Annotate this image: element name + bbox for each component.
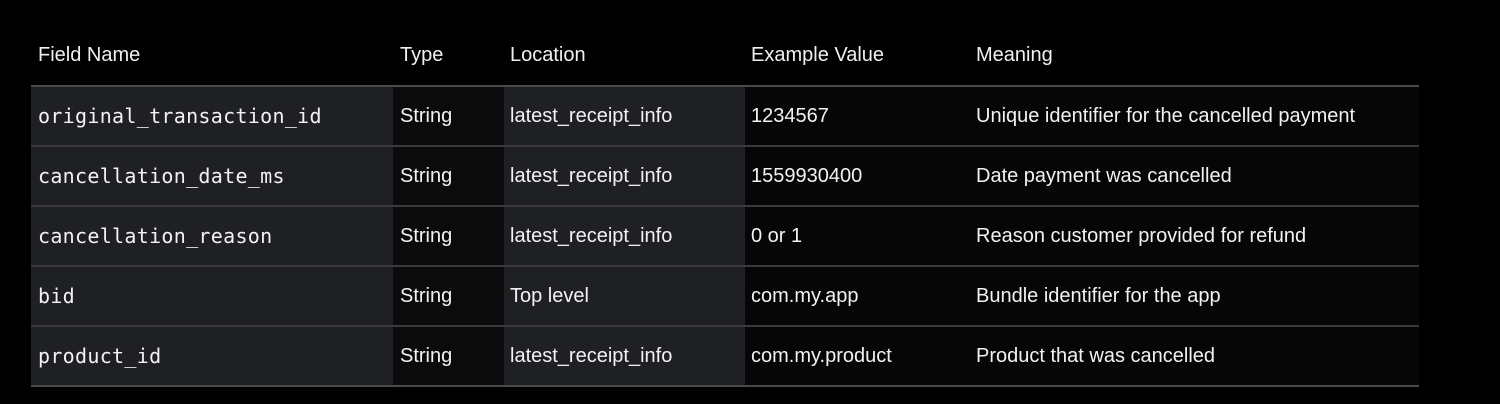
receipt-fields-table: Field Name Type Location Example Value M… xyxy=(31,25,1419,387)
example-value-cell: 1559930400 xyxy=(751,164,863,187)
header-example-value: Example Value xyxy=(751,43,885,66)
header-type: Type xyxy=(400,43,444,66)
header-meaning: Meaning xyxy=(976,43,1053,66)
meaning-cell: Reason customer provided for refund xyxy=(976,224,1307,247)
type-cell: String xyxy=(400,224,453,247)
type-cell: String xyxy=(400,344,453,367)
field-name-cell: cancellation_date_ms xyxy=(38,164,285,188)
table-row: original_transaction_id String latest_re… xyxy=(31,87,1419,147)
table-row: cancellation_reason String latest_receip… xyxy=(31,207,1419,267)
type-cell: String xyxy=(400,164,453,187)
field-name-cell: product_id xyxy=(38,344,162,368)
example-value-cell: com.my.app xyxy=(751,284,859,307)
location-cell: Top level xyxy=(510,284,589,307)
example-value-cell: 1234567 xyxy=(751,104,829,127)
location-cell: latest_receipt_info xyxy=(510,104,673,127)
table-row: bid String Top level com.my.app Bundle i… xyxy=(31,267,1419,327)
location-cell: latest_receipt_info xyxy=(510,164,673,187)
field-name-cell: cancellation_reason xyxy=(38,224,273,248)
example-value-cell: 0 or 1 xyxy=(751,224,803,247)
field-name-cell: bid xyxy=(38,284,76,308)
top-edge xyxy=(0,0,1500,6)
header-location: Location xyxy=(510,43,586,66)
field-name-cell: original_transaction_id xyxy=(38,104,322,128)
meaning-cell: Date payment was cancelled xyxy=(976,164,1232,187)
table-header-row: Field Name Type Location Example Value M… xyxy=(31,25,1419,87)
meaning-cell: Unique identifier for the cancelled paym… xyxy=(976,104,1356,127)
table-row: product_id String latest_receipt_info co… xyxy=(31,327,1419,387)
type-cell: String xyxy=(400,284,453,307)
meaning-cell: Bundle identifier for the app xyxy=(976,284,1221,307)
location-cell: latest_receipt_info xyxy=(510,344,673,367)
meaning-cell: Product that was cancelled xyxy=(976,344,1216,367)
type-cell: String xyxy=(400,104,453,127)
header-field-name: Field Name xyxy=(38,43,141,66)
example-value-cell: com.my.product xyxy=(751,344,892,367)
location-cell: latest_receipt_info xyxy=(510,224,673,247)
table-row: cancellation_date_ms String latest_recei… xyxy=(31,147,1419,207)
